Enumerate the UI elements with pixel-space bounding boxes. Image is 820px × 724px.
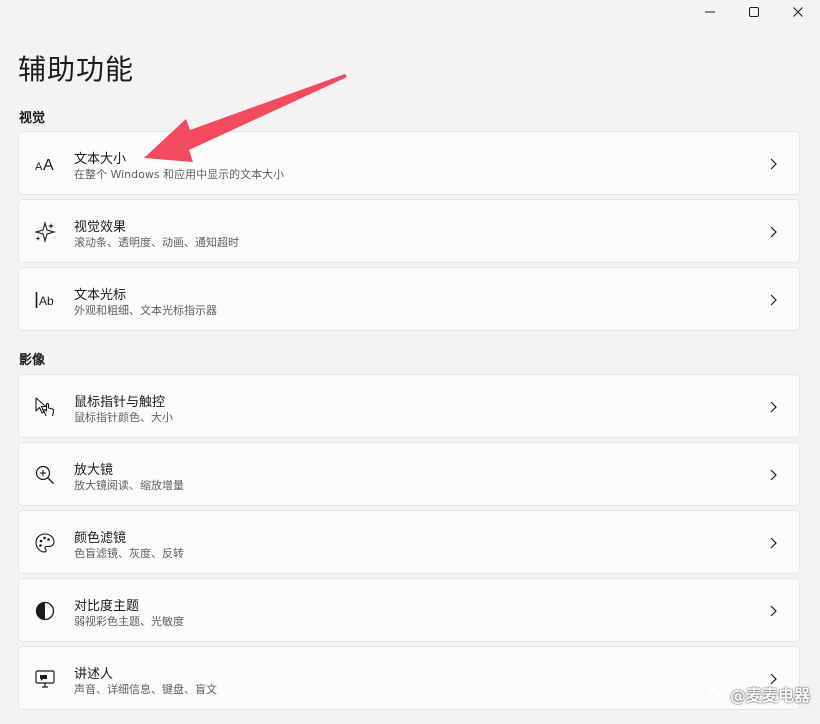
chevron-right-icon bbox=[767, 400, 779, 414]
magnifier-icon bbox=[34, 464, 56, 486]
setting-title: 视觉效果 bbox=[74, 216, 126, 235]
svg-text:A: A bbox=[43, 157, 54, 174]
minimize-icon bbox=[704, 6, 716, 18]
text-cursor-icon: Ab bbox=[34, 289, 56, 311]
settings-window: 辅助功能 视觉 AA 文本大小 在整个 Windows 和应用中显示的文本大小 … bbox=[0, 0, 820, 724]
page-title: 辅助功能 bbox=[18, 48, 134, 88]
setting-description: 色盲滤镜、灰度、反转 bbox=[74, 545, 184, 561]
setting-card-contrast-themes[interactable]: 对比度主题 弱视彩色主题、光敏度 bbox=[18, 578, 800, 642]
setting-card-narrator[interactable]: 讲述人 声音、详细信息、键盘、盲文 bbox=[18, 646, 800, 710]
chevron-right-icon bbox=[767, 293, 779, 307]
setting-description: 声音、详细信息、键盘、盲文 bbox=[74, 681, 217, 697]
setting-description: 外观和粗细、文本光标指示器 bbox=[74, 302, 217, 318]
section-title-imaging: 影像 bbox=[19, 349, 45, 368]
color-palette-icon bbox=[34, 532, 56, 554]
close-button[interactable] bbox=[776, 0, 820, 24]
text-size-icon: AA bbox=[34, 153, 56, 175]
chevron-right-icon bbox=[767, 468, 779, 482]
setting-title: 鼠标指针与触控 bbox=[74, 391, 165, 410]
setting-description: 滚动条、透明度、动画、通知超时 bbox=[74, 234, 239, 250]
setting-description: 放大镜阅读、缩放增量 bbox=[74, 477, 184, 493]
setting-description: 在整个 Windows 和应用中显示的文本大小 bbox=[74, 166, 284, 182]
setting-title: 文本光标 bbox=[74, 284, 126, 303]
setting-title: 颜色滤镜 bbox=[74, 527, 126, 546]
svg-text:A: A bbox=[35, 161, 43, 173]
mouse-pointer-touch-icon bbox=[34, 396, 56, 418]
chevron-right-icon bbox=[767, 604, 779, 618]
contrast-icon bbox=[34, 600, 56, 622]
setting-description: 鼠标指针颜色、大小 bbox=[74, 409, 173, 425]
watermark-text: @麦麦电器 bbox=[730, 682, 810, 706]
setting-card-color-filters[interactable]: 颜色滤镜 色盲滤镜、灰度、反转 bbox=[18, 510, 800, 574]
watermark-logo-icon bbox=[709, 685, 727, 703]
maximize-icon bbox=[748, 6, 760, 18]
watermark: @麦麦电器 bbox=[709, 682, 810, 706]
minimize-button[interactable] bbox=[688, 0, 732, 24]
setting-title: 文本大小 bbox=[74, 148, 126, 167]
close-icon bbox=[792, 6, 804, 18]
narrator-icon bbox=[34, 668, 56, 690]
chevron-right-icon bbox=[767, 157, 779, 171]
svg-text:Ab: Ab bbox=[39, 294, 54, 308]
title-bar-controls bbox=[688, 0, 820, 24]
chevron-right-icon bbox=[767, 536, 779, 550]
setting-title: 对比度主题 bbox=[74, 595, 139, 614]
setting-card-magnifier[interactable]: 放大镜 放大镜阅读、缩放增量 bbox=[18, 442, 800, 506]
setting-card-text-size[interactable]: AA 文本大小 在整个 Windows 和应用中显示的文本大小 bbox=[18, 131, 800, 195]
setting-card-text-cursor[interactable]: Ab 文本光标 外观和粗细、文本光标指示器 bbox=[18, 267, 800, 331]
setting-card-mouse-pointer[interactable]: 鼠标指针与触控 鼠标指针颜色、大小 bbox=[18, 374, 800, 438]
chevron-right-icon bbox=[767, 225, 779, 239]
visual-effects-icon bbox=[34, 221, 56, 243]
setting-title: 放大镜 bbox=[74, 459, 113, 478]
setting-card-visual-effects[interactable]: 视觉效果 滚动条、透明度、动画、通知超时 bbox=[18, 199, 800, 263]
section-title-vision: 视觉 bbox=[19, 107, 45, 126]
setting-description: 弱视彩色主题、光敏度 bbox=[74, 613, 184, 629]
setting-title: 讲述人 bbox=[74, 663, 113, 682]
maximize-button[interactable] bbox=[732, 0, 776, 24]
